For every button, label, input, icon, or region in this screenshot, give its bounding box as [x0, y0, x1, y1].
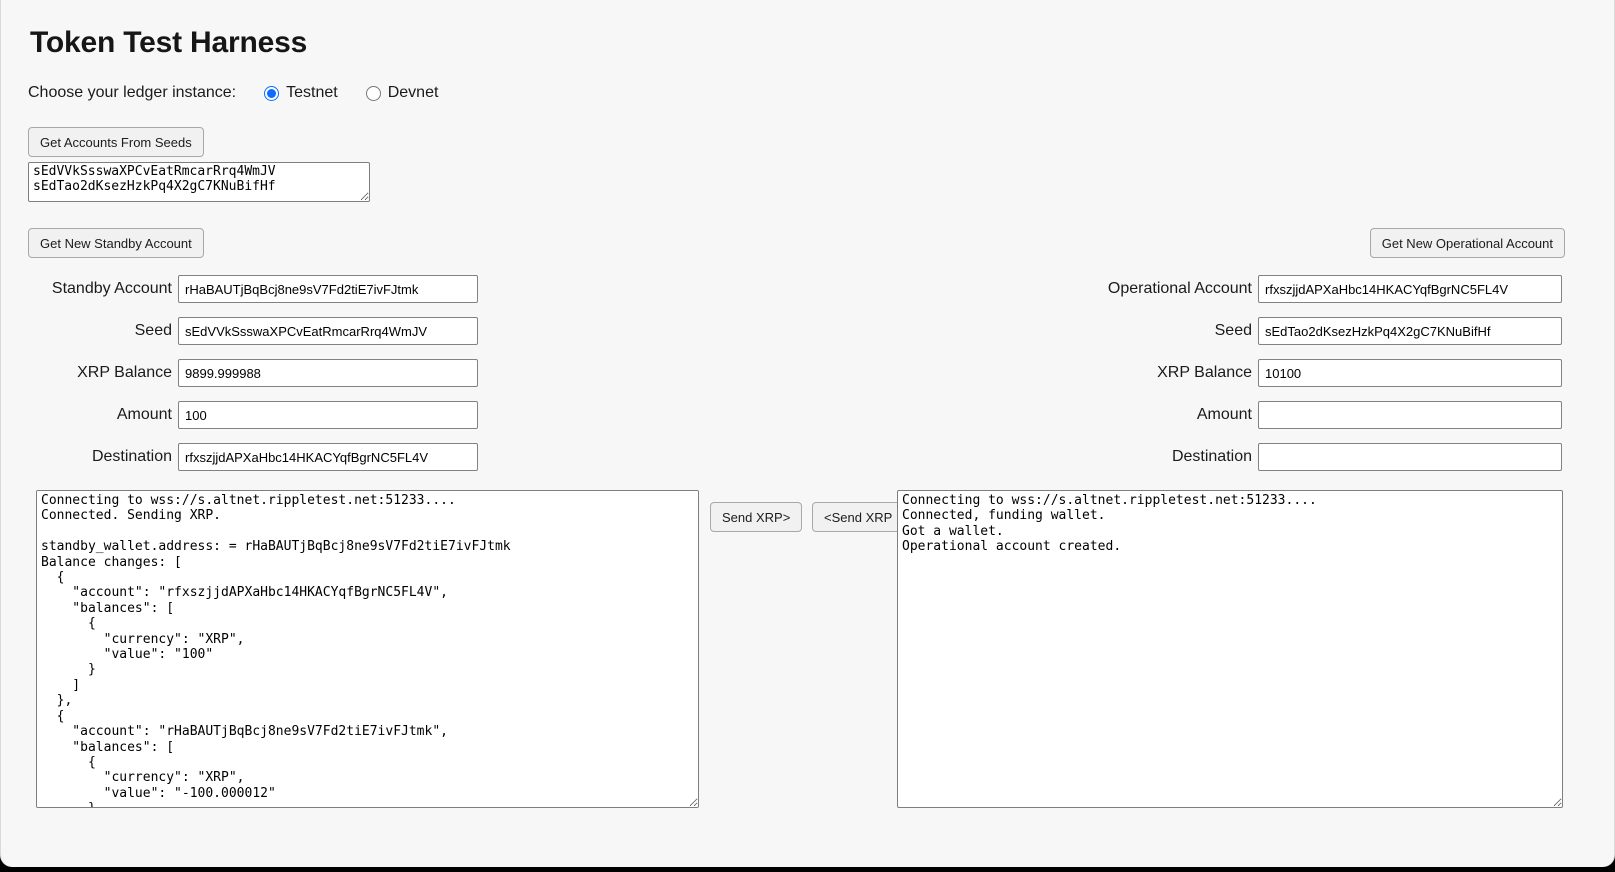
- standby-account-label: Standby Account: [0, 280, 178, 298]
- get-new-operational-account-button[interactable]: Get New Operational Account: [1370, 228, 1565, 258]
- standby-seed-label: Seed: [0, 322, 178, 340]
- testnet-radio-label: Testnet: [286, 84, 338, 102]
- standby-seed-input[interactable]: [178, 317, 478, 345]
- operational-account-row: Operational Account: [900, 268, 1562, 310]
- operational-xrp-balance-row: XRP Balance: [900, 352, 1562, 394]
- token-test-harness-page: Token Test Harness Choose your ledger in…: [0, 0, 1615, 867]
- devnet-radio[interactable]: [366, 86, 381, 101]
- operational-amount-input[interactable]: [1258, 401, 1562, 429]
- radio-option-devnet[interactable]: Devnet: [366, 84, 439, 102]
- standby-xrp-balance-label: XRP Balance: [0, 364, 178, 382]
- testnet-radio[interactable]: [264, 86, 279, 101]
- standby-amount-input[interactable]: [178, 401, 478, 429]
- operational-account-form: Operational Account Seed XRP Balance Amo…: [900, 268, 1562, 478]
- standby-account-row: Standby Account: [0, 268, 478, 310]
- standby-seed-row: Seed: [0, 310, 478, 352]
- operational-seed-label: Seed: [900, 322, 1258, 340]
- operational-seed-row: Seed: [900, 310, 1562, 352]
- seeds-textarea[interactable]: sEdVVkSsswaXPCvEatRmcarRrq4WmJV sEdTao2d…: [28, 162, 370, 202]
- operational-amount-row: Amount: [900, 394, 1562, 436]
- send-xrp-to-standby-button[interactable]: <Send XRP: [812, 502, 904, 532]
- page-title: Token Test Harness: [30, 26, 307, 60]
- operational-destination-input[interactable]: [1258, 443, 1562, 471]
- operational-destination-row: Destination: [900, 436, 1562, 478]
- get-new-standby-account-button[interactable]: Get New Standby Account: [28, 228, 204, 258]
- standby-destination-input[interactable]: [178, 443, 478, 471]
- get-accounts-from-seeds-button[interactable]: Get Accounts From Seeds: [28, 127, 204, 157]
- operational-log-textarea[interactable]: Connecting to wss://s.altnet.rippletest.…: [897, 490, 1563, 808]
- standby-log-textarea[interactable]: Connecting to wss://s.altnet.rippletest.…: [36, 490, 699, 808]
- standby-account-input[interactable]: [178, 275, 478, 303]
- standby-account-form: Standby Account Seed XRP Balance Amount …: [0, 268, 478, 478]
- operational-account-input[interactable]: [1258, 275, 1562, 303]
- standby-amount-row: Amount: [0, 394, 478, 436]
- send-xrp-to-operational-button[interactable]: Send XRP>: [710, 502, 802, 532]
- standby-xrp-balance-row: XRP Balance: [0, 352, 478, 394]
- devnet-radio-label: Devnet: [388, 84, 439, 102]
- ledger-instance-selector: Choose your ledger instance: Testnet Dev…: [28, 84, 466, 102]
- operational-xrp-balance-input[interactable]: [1258, 359, 1562, 387]
- operational-xrp-balance-label: XRP Balance: [900, 364, 1258, 382]
- operational-seed-input[interactable]: [1258, 317, 1562, 345]
- radio-option-testnet[interactable]: Testnet: [264, 84, 338, 102]
- operational-amount-label: Amount: [900, 406, 1258, 424]
- standby-xrp-balance-input[interactable]: [178, 359, 478, 387]
- standby-destination-row: Destination: [0, 436, 478, 478]
- operational-account-label: Operational Account: [900, 280, 1258, 298]
- standby-amount-label: Amount: [0, 406, 178, 424]
- standby-destination-label: Destination: [0, 448, 178, 466]
- operational-destination-label: Destination: [900, 448, 1258, 466]
- ledger-instance-label: Choose your ledger instance:: [28, 84, 236, 102]
